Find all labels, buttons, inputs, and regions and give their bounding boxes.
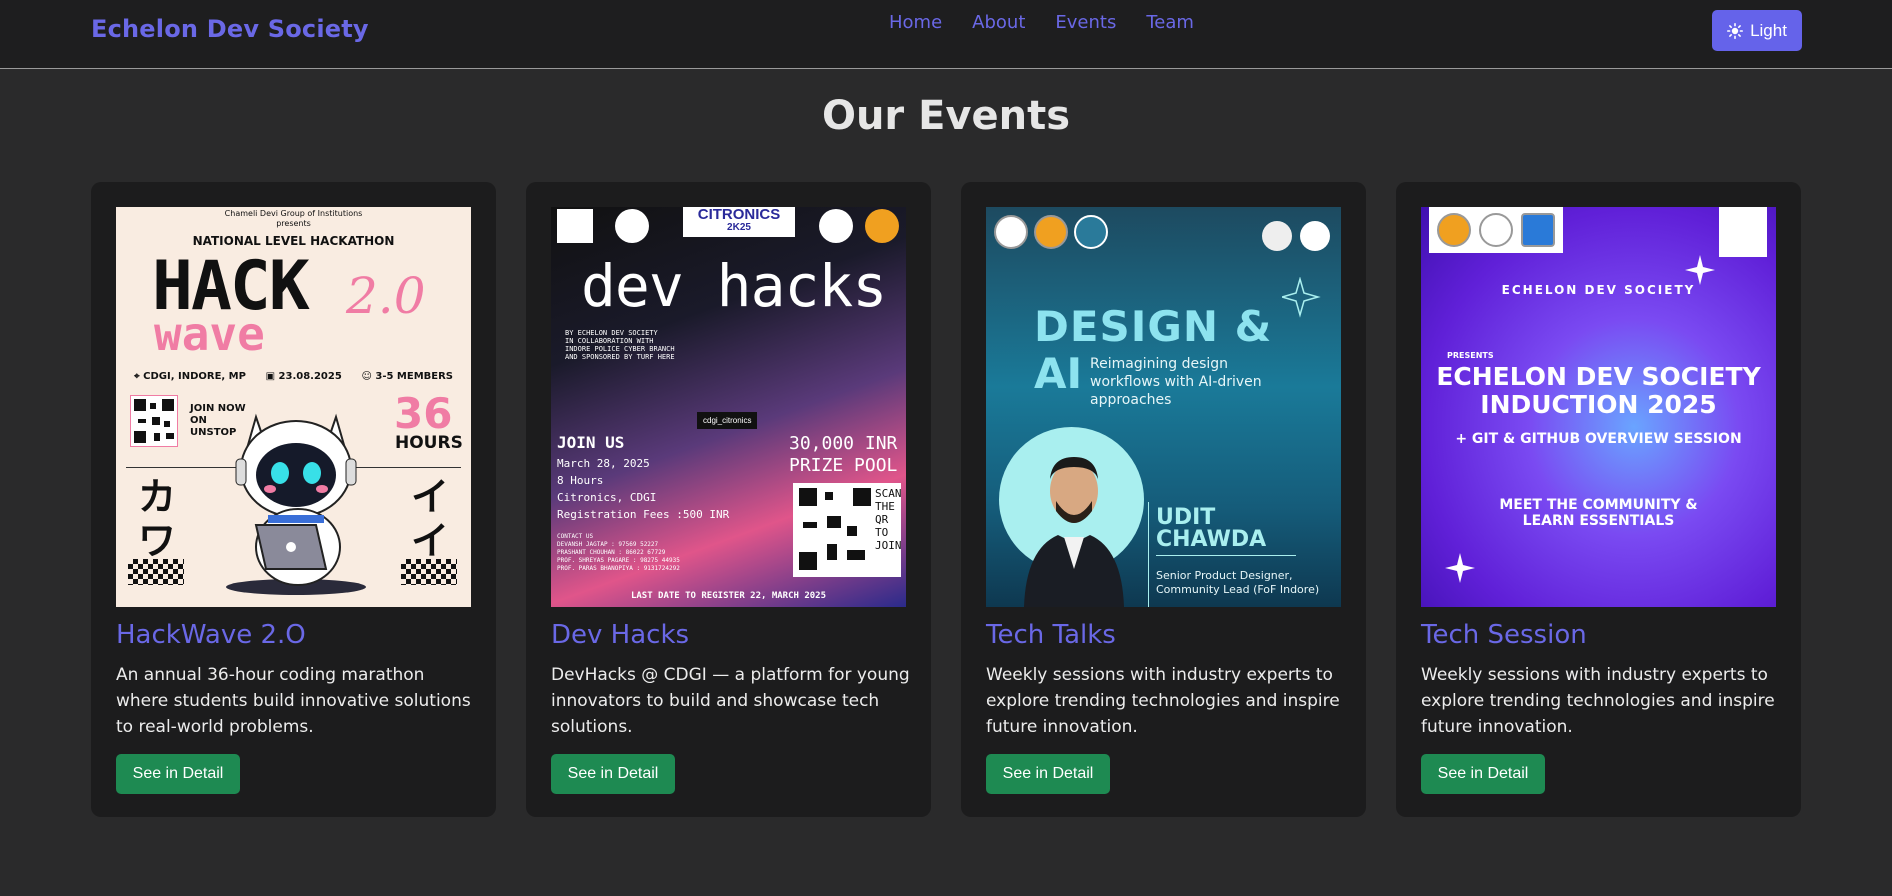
- poster-qr-block: SCAN THE QR TO JOIN: [793, 483, 902, 577]
- speaker-photo: [1024, 457, 1124, 607]
- poster-headline-1: DESIGN &: [1034, 302, 1273, 351]
- poster-date: ▣ 23.08.2025: [265, 371, 342, 382]
- event-poster-techsession: ECHELON DEV SOCIETY PRESENTS ECHELON DEV…: [1421, 207, 1776, 607]
- logo-badge: [865, 209, 899, 243]
- nav-link-team[interactable]: Team: [1146, 12, 1194, 34]
- logo-badge: [1437, 213, 1471, 247]
- poster-society: ECHELON DEV SOCIETY: [1501, 283, 1696, 297]
- poster-katakana-left: カワ: [138, 475, 177, 563]
- logo-badge: [819, 209, 853, 243]
- event-card-techsession: ECHELON DEV SOCIETY PRESENTS ECHELON DEV…: [1396, 182, 1801, 817]
- poster-hours-label: HOURS: [395, 433, 463, 453]
- see-in-detail-button[interactable]: See in Detail: [551, 754, 675, 794]
- poster-scan-text: SCAN THE QR TO JOIN: [875, 487, 902, 552]
- qr-code-icon: [130, 395, 178, 447]
- checker-pattern: [401, 559, 457, 585]
- nav-link-home[interactable]: Home: [889, 12, 942, 34]
- poster-contact: CONTACT US DEVANSH JAGTAP : 97569 52227 …: [557, 533, 680, 572]
- logo-badge: [1479, 213, 1513, 247]
- logo-badge: [1719, 207, 1767, 257]
- poster-deadline: LAST DATE TO REGISTER 22, MARCH 2025: [630, 591, 827, 601]
- poster-word-wave: wave: [154, 307, 265, 361]
- checker-pattern: [128, 559, 184, 585]
- see-in-detail-button[interactable]: See in Detail: [986, 754, 1110, 794]
- poster-katakana-right: イイ: [411, 475, 450, 563]
- page-title: Our Events: [821, 93, 1071, 139]
- event-poster-devhacks: CITRONICS 2K25 dev hacks BY ECHELON DEV …: [551, 207, 906, 607]
- poster-presents: PRESENTS: [1447, 351, 1494, 360]
- poster-title: dev hacks: [581, 252, 887, 320]
- poster-hours-number: 36: [394, 389, 453, 438]
- poster-heading: NATIONAL LEVEL HACKATHON: [192, 234, 395, 248]
- poster-join: JOIN US: [557, 433, 625, 452]
- poster-meta: ⌖ CDGI, INDORE, MP ▣ 23.08.2025 ☺ 3-5 ME…: [134, 371, 453, 382]
- nav-link-about[interactable]: About: [972, 12, 1025, 34]
- poster-meet: MEET THE COMMUNITY & LEARN ESSENTIALS: [1499, 497, 1698, 529]
- brand-logo[interactable]: Echelon Dev Society: [91, 15, 369, 43]
- poster-version: 2.0: [346, 267, 426, 325]
- logo-badge: [994, 215, 1028, 249]
- poster-members: ☺ 3-5 MEMBERS: [361, 371, 453, 382]
- poster-info: March 28, 2025 8 Hours Citronics, CDGI R…: [557, 457, 730, 521]
- logo-badge: [1034, 215, 1068, 249]
- event-poster-techtalks: DESIGN & AI Reimagining design workflows…: [986, 207, 1341, 607]
- theme-toggle-label: Light: [1750, 20, 1787, 40]
- sun-icon: [1727, 22, 1744, 39]
- logo-badge: [557, 209, 593, 243]
- event-description: Weekly sessions with industry experts to…: [986, 665, 1340, 737]
- sparkle-icon: [1282, 277, 1321, 318]
- speaker-role: Senior Product Designer, Community Lead …: [1156, 569, 1320, 596]
- logo-badge: [1262, 221, 1292, 251]
- speaker-underline: [1156, 555, 1296, 556]
- poster-logo-bar: [1429, 207, 1563, 253]
- navbar: Echelon Dev Society Home About Events Te…: [0, 0, 1892, 69]
- poster-subheadline: + GIT & GITHUB OVERVIEW SESSION: [1455, 431, 1742, 447]
- event-title[interactable]: Tech Session: [1421, 620, 1587, 650]
- event-description: An annual 36-hour coding marathon where …: [116, 665, 471, 737]
- poster-tagline: Reimagining design workflows with AI-dri…: [1090, 356, 1262, 408]
- theme-toggle-button[interactable]: Light: [1712, 10, 1802, 51]
- robot-cat-illustration: [226, 413, 366, 595]
- event-card-devhacks: CITRONICS 2K25 dev hacks BY ECHELON DEV …: [526, 182, 931, 817]
- sparkle-icon: [1685, 255, 1715, 285]
- poster-org: Chameli Devi Group of Institutions prese…: [224, 209, 363, 228]
- event-title[interactable]: HackWave 2.O: [116, 620, 306, 650]
- poster-headline: ECHELON DEV SOCIETY INDUCTION 2025: [1436, 362, 1761, 419]
- poster-tag: cdgi_citronics: [697, 412, 758, 429]
- event-description: Weekly sessions with industry experts to…: [1421, 665, 1775, 737]
- sparkle-icon: [1445, 553, 1475, 583]
- speaker-divider: [1148, 502, 1149, 607]
- logo-badge: [615, 209, 649, 243]
- poster-sponsors: BY ECHELON DEV SOCIETY IN COLLABORATION …: [565, 329, 675, 361]
- event-card-hackwave: Chameli Devi Group of Institutions prese…: [91, 182, 496, 817]
- qr-code-icon: [799, 488, 871, 570]
- poster-location: ⌖ CDGI, INDORE, MP: [134, 371, 246, 382]
- poster-prize: 30,000 INR PRIZE POOL: [789, 433, 898, 476]
- logo-badge: [1521, 213, 1555, 247]
- event-card-techtalks: DESIGN & AI Reimagining design workflows…: [961, 182, 1366, 817]
- logo-badge: [1300, 221, 1330, 251]
- logo-badge: [1074, 215, 1108, 249]
- see-in-detail-button[interactable]: See in Detail: [1421, 754, 1545, 794]
- see-in-detail-button[interactable]: See in Detail: [116, 754, 240, 794]
- citronics-logo: CITRONICS 2K25: [683, 207, 795, 237]
- nav-links: Home About Events Team: [889, 12, 1224, 34]
- poster-headline-2: AI: [1034, 349, 1083, 398]
- event-title[interactable]: Dev Hacks: [551, 620, 689, 650]
- poster-logo-bar: [994, 215, 1108, 249]
- speaker-name: UDIT CHAWDA: [1156, 505, 1267, 552]
- event-title[interactable]: Tech Talks: [986, 620, 1116, 650]
- event-poster-hackwave: Chameli Devi Group of Institutions prese…: [116, 207, 471, 607]
- poster-logo-bar: CITRONICS 2K25: [551, 207, 906, 247]
- event-description: DevHacks @ CDGI — a platform for young i…: [551, 665, 910, 737]
- nav-link-events[interactable]: Events: [1055, 12, 1116, 34]
